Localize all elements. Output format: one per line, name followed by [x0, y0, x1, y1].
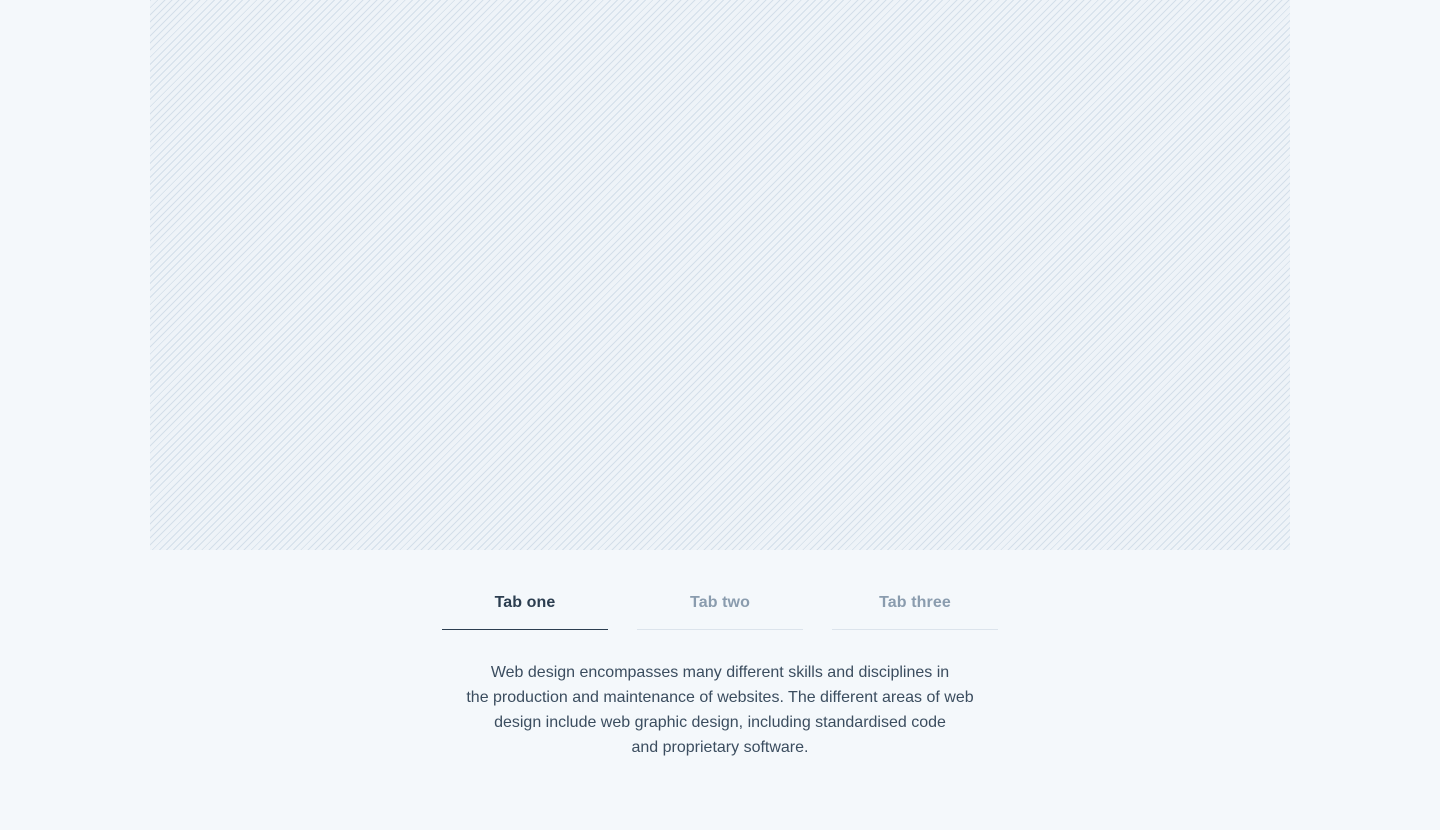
image-placeholder	[150, 0, 1290, 550]
content-line: Web design encompasses many different sk…	[490, 664, 950, 681]
tab-content: Web design encompasses many different sk…	[440, 660, 1000, 760]
tab-two[interactable]: Tab two	[637, 582, 803, 630]
page: Tab one Tab two Tab three Web design enc…	[0, 0, 1440, 830]
content-line: the production and maintenance of websit…	[466, 689, 974, 706]
tab-three[interactable]: Tab three	[832, 582, 998, 630]
content-line: and proprietary software.	[631, 739, 809, 756]
tab-bar: Tab one Tab two Tab three	[442, 582, 998, 631]
tab-one[interactable]: Tab one	[442, 582, 608, 630]
content-line: design include web graphic design, inclu…	[494, 714, 946, 731]
